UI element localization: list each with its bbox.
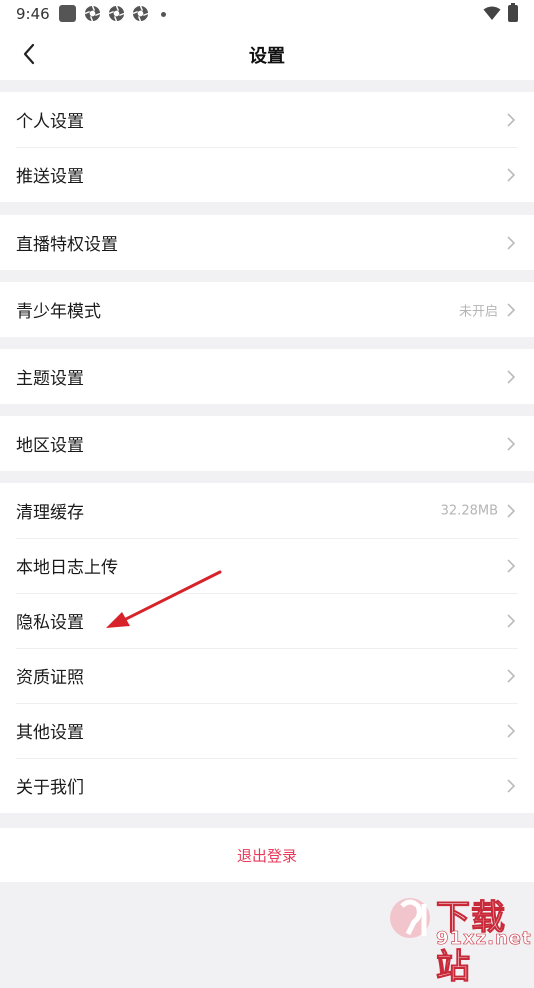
settings-item-personal[interactable]: 个人设置: [0, 92, 534, 147]
chevron-right-icon: [507, 369, 516, 384]
settings-group-theme: 主题设置: [0, 349, 534, 404]
chevron-right-icon: [507, 668, 516, 683]
aperture-icon: [84, 5, 101, 22]
status-time: 9:46: [16, 5, 50, 23]
settings-item-about[interactable]: 关于我们: [0, 758, 534, 813]
settings-item-youth-mode[interactable]: 青少年模式 未开启: [0, 282, 534, 337]
settings-item-privacy[interactable]: 隐私设置: [0, 593, 534, 648]
settings-group-account: 个人设置 推送设置: [0, 92, 534, 202]
chevron-right-icon: [507, 558, 516, 573]
settings-item-other[interactable]: 其他设置: [0, 703, 534, 758]
settings-item-label: 地区设置: [16, 436, 84, 456]
chevron-right-icon: [507, 235, 516, 250]
settings-item-label: 直播特权设置: [16, 235, 118, 255]
chevron-right-icon: [507, 167, 516, 182]
aperture-icon: [108, 5, 125, 22]
settings-group-youth: 青少年模式 未开启: [0, 282, 534, 337]
youth-mode-status: 未开启: [458, 304, 498, 319]
settings-item-label: 青少年模式: [16, 302, 101, 322]
logout-label: 退出登录: [236, 846, 297, 865]
aperture-icon: [132, 5, 149, 22]
chevron-right-icon: [507, 613, 516, 628]
chevron-right-icon: [507, 778, 516, 793]
status-bar: 9:46: [0, 0, 534, 28]
settings-item-push[interactable]: 推送设置: [0, 147, 534, 202]
settings-item-label: 推送设置: [16, 167, 84, 187]
chevron-right-icon: [507, 112, 516, 127]
annotation-arrow: [106, 570, 222, 628]
battery-icon: [508, 3, 518, 22]
settings-item-theme[interactable]: 主题设置: [0, 349, 534, 404]
settings-item-label: 清理缓存: [16, 503, 84, 523]
settings-item-region[interactable]: 地区设置: [0, 416, 534, 471]
settings-item-label: 资质证照: [16, 668, 84, 688]
settings-item-label: 隐私设置: [16, 613, 84, 633]
notification-square-icon: [59, 5, 76, 22]
wifi-icon: [483, 6, 501, 20]
chevron-right-icon: [507, 503, 516, 518]
page-title: 设置: [249, 46, 285, 67]
settings-item-label: 个人设置: [16, 112, 84, 132]
settings-item-qualifications[interactable]: 资质证照: [0, 648, 534, 703]
settings-item-label: 关于我们: [16, 778, 84, 798]
chevron-right-icon: [507, 302, 516, 317]
chevron-right-icon: [507, 723, 516, 738]
settings-item-live-privilege[interactable]: 直播特权设置: [0, 215, 534, 270]
settings-item-label: 主题设置: [16, 369, 84, 389]
logout-button[interactable]: 退出登录: [0, 828, 534, 882]
settings-item-clear-cache[interactable]: 清理缓存 32.28MB: [0, 483, 534, 538]
settings-group-region: 地区设置: [0, 416, 534, 471]
settings-group-live: 直播特权设置: [0, 215, 534, 270]
header: 设置: [0, 28, 534, 80]
settings-item-label: 其他设置: [16, 723, 84, 743]
chevron-right-icon: [507, 436, 516, 451]
watermark-url: 91xz.net: [436, 928, 532, 950]
settings-item-upload-log[interactable]: 本地日志上传: [0, 538, 534, 593]
settings-group-general: 清理缓存 32.28MB 本地日志上传 隐私设置 资质证照 其他设置 关于我们: [0, 483, 534, 813]
cache-size: 32.28MB: [440, 503, 498, 518]
dot-icon: [161, 12, 166, 17]
